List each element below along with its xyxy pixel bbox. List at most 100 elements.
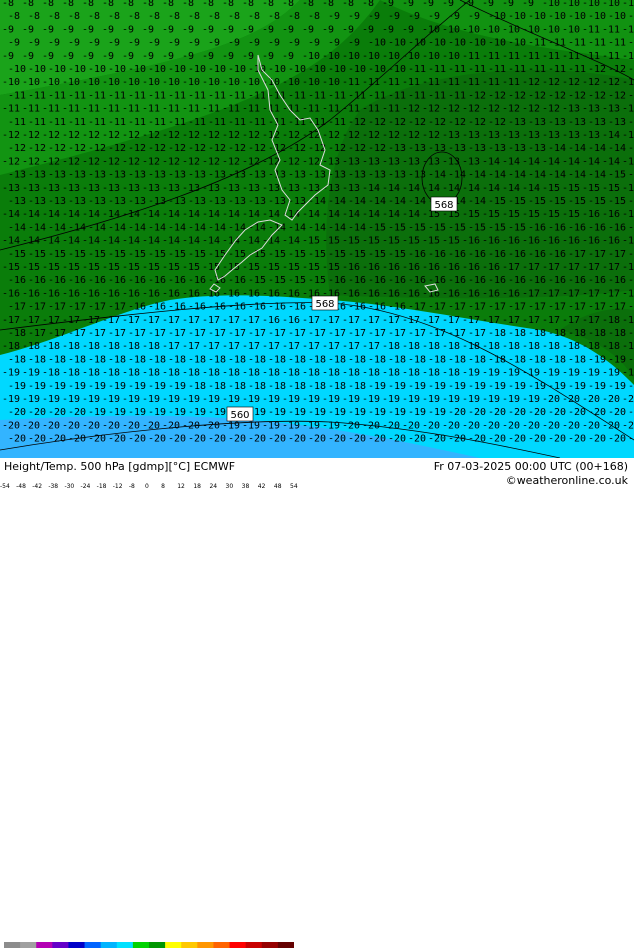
temp-value: -20	[288, 434, 306, 445]
temp-value: -18	[202, 368, 220, 379]
temp-value: -18	[48, 354, 66, 365]
temp-value: -13	[82, 183, 100, 194]
temp-value: -15	[482, 209, 500, 220]
temp-value: -16	[362, 262, 380, 273]
temp-value: -12	[108, 143, 126, 154]
temp-value: -14	[102, 236, 120, 247]
temp-value: -16	[608, 222, 626, 233]
temp-value: -11	[622, 51, 634, 62]
temp-value: -11	[608, 38, 626, 49]
temp-value: -19	[28, 381, 46, 392]
credit-link[interactable]: ©weatheronline.co.uk	[506, 474, 628, 487]
temp-value: -14	[588, 170, 606, 181]
temp-value: -12	[8, 143, 26, 154]
temp-value: -19	[22, 368, 40, 379]
temp-value: -13	[568, 117, 586, 128]
temp-value: -19	[602, 368, 620, 379]
temp-value: -16	[462, 262, 480, 273]
temp-value: -20	[588, 434, 606, 445]
temp-value: -9	[162, 24, 174, 35]
temp-value: -13	[8, 196, 26, 207]
temp-value: -19	[22, 394, 40, 405]
temp-value: -14	[348, 196, 366, 207]
temp-value: -20	[28, 407, 46, 418]
temp-value: -17	[302, 341, 320, 352]
temp-value: -18	[8, 328, 26, 339]
temp-value: -19	[42, 394, 60, 405]
temp-value: -11	[288, 117, 306, 128]
temp-value: -9	[282, 24, 294, 35]
color-swatch	[149, 942, 166, 948]
temp-value: -14	[242, 209, 260, 220]
temp-value: -18	[562, 341, 580, 352]
temp-value: -14	[322, 209, 340, 220]
color-swatch	[52, 942, 69, 948]
temp-value: -10	[202, 77, 220, 88]
temp-value: -13	[342, 183, 360, 194]
temp-value: -18	[248, 381, 266, 392]
temp-value: -20	[488, 434, 506, 445]
temp-value: -11	[108, 117, 126, 128]
temp-value: -14	[622, 156, 634, 167]
temp-value: -17	[148, 328, 166, 339]
temp-value: -10	[222, 77, 240, 88]
temp-value: -8	[142, 0, 154, 9]
temp-value: -10	[28, 64, 46, 75]
temp-value: -10	[302, 77, 320, 88]
temp-value: -14	[582, 156, 600, 167]
temp-value: -11	[622, 24, 634, 35]
temp-value: -16	[162, 288, 180, 299]
temp-value: -14	[448, 170, 466, 181]
temp-value: -11	[508, 64, 526, 75]
temp-value: -16	[408, 249, 426, 260]
temp-value: -10	[42, 77, 60, 88]
temp-value: -17	[82, 315, 100, 326]
temp-value: -14	[162, 236, 180, 247]
temp-value: -8	[22, 0, 34, 9]
temp-value: -12	[328, 143, 346, 154]
temp-value: -12	[382, 130, 400, 141]
temp-value: -15	[88, 249, 106, 260]
temp-value: -11	[528, 64, 546, 75]
temp-value: -17	[442, 315, 460, 326]
temp-value: -18	[442, 341, 460, 352]
temp-value: -12	[348, 117, 366, 128]
temp-value: -11	[68, 90, 86, 101]
temp-value: -10	[68, 64, 86, 75]
temp-value: -11	[428, 90, 446, 101]
temp-value: -15	[322, 236, 340, 247]
temp-value: -18	[62, 368, 80, 379]
temp-value: -15	[388, 222, 406, 233]
temp-value: -12	[82, 156, 100, 167]
temp-value: -17	[122, 315, 140, 326]
temp-value: -14	[42, 236, 60, 247]
temp-value: -17	[188, 328, 206, 339]
temp-value: -20	[488, 407, 506, 418]
scale-tick-label: -18	[96, 483, 107, 490]
temp-value: -18	[228, 354, 246, 365]
temp-value: -9	[142, 24, 154, 35]
temp-value: -19	[182, 394, 200, 405]
temp-value: -12	[68, 143, 86, 154]
temp-value: -8	[128, 11, 140, 22]
temp-value: -9	[268, 38, 280, 49]
temp-value: -14	[168, 222, 186, 233]
temp-value: -10	[208, 64, 226, 75]
temp-value: -12	[22, 130, 40, 141]
temp-value: -17	[448, 302, 466, 313]
temp-value: -14	[562, 156, 580, 167]
temp-value: -9	[522, 0, 534, 9]
temp-value: -13	[302, 183, 320, 194]
temp-value: -12	[582, 77, 600, 88]
temp-value: -9	[408, 11, 420, 22]
temp-value: -20	[48, 407, 66, 418]
temp-value: -20	[602, 394, 620, 405]
temp-value: -10	[442, 51, 460, 62]
temp-value: -11	[342, 77, 360, 88]
temp-value: -9	[328, 11, 340, 22]
scale-tick-label: 18	[193, 483, 201, 490]
temp-value: -16	[442, 262, 460, 273]
temp-value: -16	[2, 288, 20, 299]
temp-value: -13	[282, 183, 300, 194]
temp-value: -19	[208, 407, 226, 418]
